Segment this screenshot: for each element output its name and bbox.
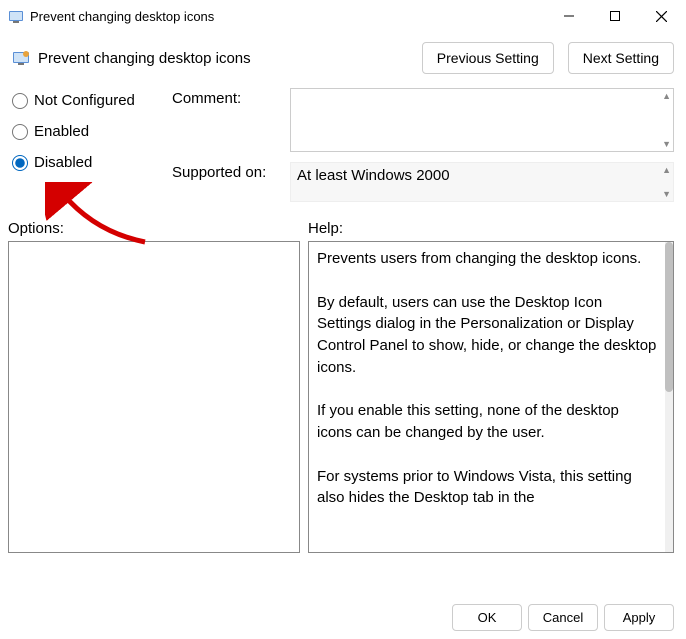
comment-row: Comment: ▲ ▼ xyxy=(172,88,674,152)
options-panel xyxy=(8,241,300,553)
radio-not-configured[interactable]: Not Configured xyxy=(12,92,172,109)
window-controls xyxy=(546,0,684,32)
radio-disabled-input[interactable] xyxy=(12,155,28,171)
comment-label: Comment: xyxy=(172,88,290,152)
supported-label: Supported on: xyxy=(172,162,290,202)
caret-down-icon: ▼ xyxy=(662,189,671,199)
help-panel: Prevents users from changing the desktop… xyxy=(308,241,674,553)
supported-row: Supported on: At least Windows 2000 ▲ ▼ xyxy=(172,162,674,202)
radio-not-configured-input[interactable] xyxy=(12,93,28,109)
help-label: Help: xyxy=(308,220,343,237)
caret-down-icon: ▼ xyxy=(662,139,671,149)
radio-disabled-label: Disabled xyxy=(34,154,92,171)
main-area: Not Configured Enabled Disabled Comment:… xyxy=(0,84,686,212)
titlebar: Prevent changing desktop icons xyxy=(0,0,686,32)
minimize-button[interactable] xyxy=(546,0,592,32)
caret-up-icon: ▲ xyxy=(662,91,671,101)
cancel-button[interactable]: Cancel xyxy=(528,604,598,631)
apply-button[interactable]: Apply xyxy=(604,604,674,631)
supported-on-box: At least Windows 2000 ▲ ▼ xyxy=(290,162,674,202)
radio-enabled[interactable]: Enabled xyxy=(12,123,172,140)
panels-row: Prevents users from changing the desktop… xyxy=(0,241,686,553)
section-labels: Options: Help: xyxy=(0,212,686,241)
next-setting-button[interactable]: Next Setting xyxy=(568,42,674,74)
ok-button[interactable]: OK xyxy=(452,604,522,631)
help-scrollbar[interactable] xyxy=(665,242,673,552)
help-text: Prevents users from changing the desktop… xyxy=(309,242,665,552)
state-radios: Not Configured Enabled Disabled xyxy=(12,88,172,212)
radio-enabled-input[interactable] xyxy=(12,124,28,140)
radio-disabled[interactable]: Disabled xyxy=(12,154,172,171)
radio-enabled-label: Enabled xyxy=(34,123,89,140)
supported-on-value: At least Windows 2000 xyxy=(297,167,450,184)
comment-textarea[interactable]: ▲ ▼ xyxy=(290,88,674,152)
options-label: Options: xyxy=(8,220,308,237)
dialog-buttons: OK Cancel Apply xyxy=(452,604,674,631)
app-icon xyxy=(8,8,24,24)
previous-setting-button[interactable]: Previous Setting xyxy=(422,42,554,74)
page-title: Prevent changing desktop icons xyxy=(38,50,408,67)
scrollbar-thumb[interactable] xyxy=(665,242,673,392)
policy-icon xyxy=(12,49,30,67)
caret-up-icon: ▲ xyxy=(662,165,671,175)
header-row: Prevent changing desktop icons Previous … xyxy=(0,32,686,84)
window-title: Prevent changing desktop icons xyxy=(30,9,546,24)
close-button[interactable] xyxy=(638,0,684,32)
maximize-button[interactable] xyxy=(592,0,638,32)
radio-not-configured-label: Not Configured xyxy=(34,92,135,109)
fields-column: Comment: ▲ ▼ Supported on: At least Wind… xyxy=(172,88,674,212)
